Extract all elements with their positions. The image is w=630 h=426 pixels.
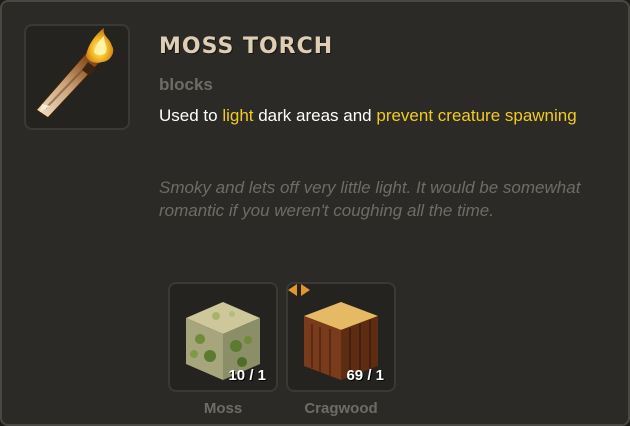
description-highlight-light: light [222, 106, 254, 125]
ingredient-count: 10 / 1 [228, 367, 266, 384]
ingredient-slot[interactable]: 10 / 1 [168, 282, 278, 392]
item-category: blocks [159, 75, 213, 94]
item-tooltip: Moss Torch blocks Used to light dark are… [0, 0, 630, 426]
recipe-ingredient-moss[interactable]: 10 / 1 Moss [168, 282, 278, 417]
item-flavor-text: Smoky and lets off very little light. It… [159, 178, 581, 220]
description-text: dark areas and [253, 106, 377, 125]
moss-torch-icon [34, 28, 114, 119]
item-title: Moss Torch [159, 34, 334, 59]
ingredient-slot[interactable]: 69 / 1 [286, 282, 396, 392]
ingredient-count: 69 / 1 [346, 367, 384, 384]
item-icon-frame [24, 24, 130, 130]
description-text: Used to [159, 106, 223, 125]
item-description: Used to light dark areas and prevent cre… [159, 104, 579, 128]
description-highlight-spawning: prevent creature spawning [376, 106, 577, 125]
recipe-ingredient-cragwood[interactable]: 69 / 1 Cragwood [286, 282, 396, 417]
swap-arrows-icon[interactable] [288, 284, 310, 296]
ingredient-name: Moss [203, 400, 243, 417]
ingredient-name: Cragwood [304, 400, 378, 417]
